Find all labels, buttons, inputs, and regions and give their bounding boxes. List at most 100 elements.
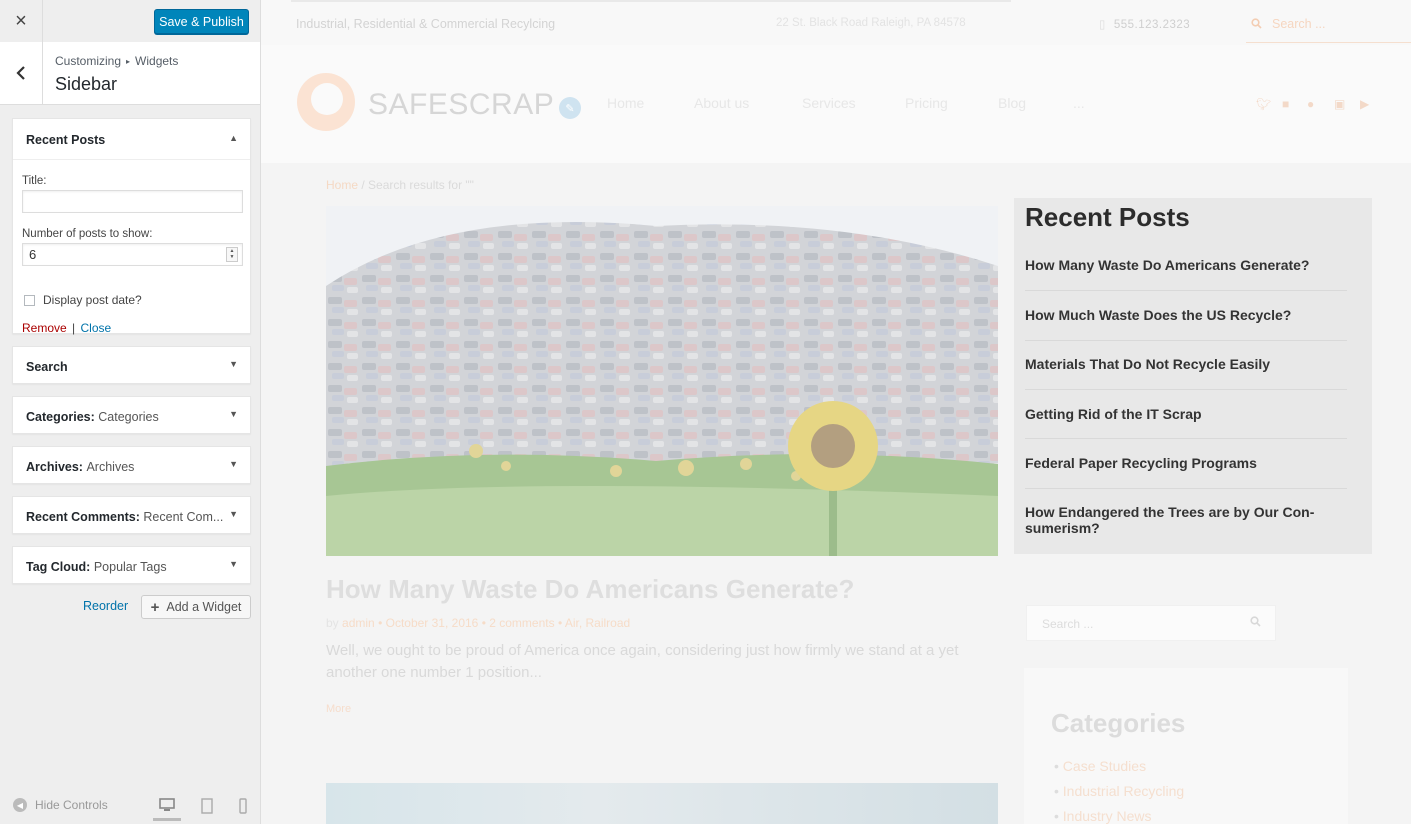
nav-services[interactable]: Services [802,95,856,111]
widget-tag-cloud[interactable]: Tag Cloud: Popular Tags ▼ [12,546,251,584]
breadcrumb-current: / Search results for "" [361,178,474,192]
customizer-panel: × Save & Publish Customizing ▸ Widgets Sid… [0,0,261,824]
search-icon [1251,18,1262,29]
recent-post-link[interactable]: How Endangered the Trees are by Our Con-… [1025,504,1325,546]
recent-posts-widget: Recent Posts How Many Waste Do Americans… [1014,198,1372,554]
mobile-icon [239,798,247,814]
top-border [291,0,1011,2]
site-tagline: Industrial, Residential & Commercial Rec… [296,17,556,31]
facebook-icon[interactable]: ■ [1282,97,1289,111]
nav-blog[interactable]: Blog [998,95,1026,111]
add-widget-label: Add a Widget [166,600,242,614]
post-tags[interactable]: Air, Railroad [565,616,630,630]
nav-more[interactable]: ... [1073,95,1085,111]
desktop-preview-button[interactable] [153,796,181,821]
title-input[interactable] [22,190,243,213]
expand-arrow-icon[interactable]: ▼ [229,359,238,369]
phone-icon: ▯ [1099,19,1106,31]
recent-post-link[interactable]: Federal Paper Recycling Programs [1025,455,1347,481]
breadcrumb: Customizing ▸ Widgets [55,54,178,68]
post-excerpt: Well, we ought to be proud of America on… [326,642,959,681]
divider [1025,290,1347,291]
expand-arrow-icon[interactable]: ▼ [229,459,238,469]
categories-widget: Categories Case Studies Industrial Recyc… [1024,668,1348,824]
section-title: Sidebar [55,74,118,94]
section-header: Customizing ▸ Widgets Sidebar [0,42,260,105]
widget-recent-comments[interactable]: Recent Comments: Recent Com... ▼ [12,496,251,534]
mobile-preview-button[interactable] [233,796,253,816]
widget-title: Search [26,360,68,374]
display-date-checkbox[interactable] [24,295,35,306]
customizer-header: × Save & Publish [0,0,260,43]
youtube-icon[interactable]: ▶ [1360,97,1369,111]
category-link[interactable]: Industry News [1054,808,1152,824]
nav-about[interactable]: About us [694,95,749,111]
tablet-preview-button[interactable] [197,796,217,816]
widget-title: Categories: Categories [26,410,159,424]
second-post-image[interactable] [326,783,998,824]
save-publish-button[interactable]: Save & Publish [154,9,249,34]
divider [1025,438,1347,439]
post-author[interactable]: admin [342,616,375,630]
post-meta: by admin • October 31, 2016 • 2 comments… [326,616,631,630]
chevron-left-icon [16,66,25,80]
close-customizer-button[interactable]: × [0,0,43,42]
recent-post-link[interactable]: How Many Waste Do Americans Generate? [1025,257,1347,283]
top-search[interactable]: Search ... [1246,5,1411,43]
nav-pricing[interactable]: Pricing [905,95,948,111]
display-date-label: Display post date? [43,293,142,307]
breadcrumb-home[interactable]: Home [326,178,358,192]
recent-post-link[interactable]: How Much Waste Does the US Recycle? [1025,307,1347,333]
number-spinner[interactable]: ▲ ▼ [226,247,238,262]
count-input[interactable]: 6 ▲ ▼ [22,243,243,266]
expand-arrow-icon[interactable]: ▼ [229,509,238,519]
breadcrumb-customizing: Customizing [55,54,122,68]
widget-categories[interactable]: Categories: Categories ▼ [12,396,251,434]
category-link[interactable]: Industrial Recycling [1054,783,1184,799]
hide-controls-button[interactable]: ◀ Hide Controls [13,798,108,812]
widget-archives[interactable]: Archives: Archives ▼ [12,446,251,484]
twitter-icon[interactable]: 🐦︎ [1256,97,1271,111]
title-field-label: Title: [22,175,47,187]
expand-arrow-icon[interactable]: ▼ [229,559,238,569]
preview-header: SAFESCRAP ✎ Home About us Services Prici… [261,45,1411,163]
read-more-link[interactable]: More [326,703,351,715]
instagram-icon[interactable]: ▣ [1334,97,1345,111]
divider [1025,488,1347,489]
close-link[interactable]: Close [81,321,112,335]
site-logo[interactable]: SAFESCRAP [368,88,554,122]
divider [1025,340,1347,341]
pinterest-icon[interactable]: ● [1307,97,1314,111]
post-comments[interactable]: 2 comments [489,616,554,630]
scrap-yard-sunflower-image [326,206,998,556]
add-widget-button[interactable]: + Add a Widget [141,595,251,619]
category-link[interactable]: Case Studies [1054,758,1146,774]
collapse-arrow-icon[interactable]: ▲ [229,133,238,143]
sidebar-search-input[interactable]: Search ... [1026,605,1276,641]
remove-link[interactable]: Remove [22,321,67,335]
reorder-link[interactable]: Reorder [83,599,128,613]
collapse-circle-icon: ◀ [13,798,27,812]
search-icon[interactable] [1250,616,1261,630]
widget-title: Archives: Archives [26,460,135,474]
image-fill [326,783,998,824]
post-featured-image[interactable] [326,206,998,556]
breadcrumb-widgets: Widgets [135,54,179,68]
post-title[interactable]: How Many Waste Do Americans Generate? [326,574,854,605]
recent-post-link[interactable]: Getting Rid of the IT Scrap [1025,406,1347,432]
nav-home[interactable]: Home [607,95,644,111]
widget-title[interactable]: Recent Posts [26,133,105,147]
expand-arrow-icon[interactable]: ▼ [229,409,238,419]
recent-post-link[interactable]: Materials That Do Not Recycle Easily [1025,356,1347,382]
hide-controls-label: Hide Controls [35,798,108,812]
site-phone: ▯ 555.123.2323 [1099,19,1191,31]
preview-topbar: Industrial, Residential & Commercial Rec… [261,0,1411,45]
back-button[interactable] [0,42,43,104]
count-value: 6 [29,247,37,262]
sidebar-search-placeholder: Search ... [1042,617,1094,631]
actions-separator: | [72,321,76,335]
edit-pencil-icon[interactable]: ✎ [559,97,581,119]
widget-search[interactable]: Search ▼ [12,346,251,384]
post-date[interactable]: October 31, 2016 [386,616,479,630]
widget-actions: Remove | Close [22,321,111,335]
